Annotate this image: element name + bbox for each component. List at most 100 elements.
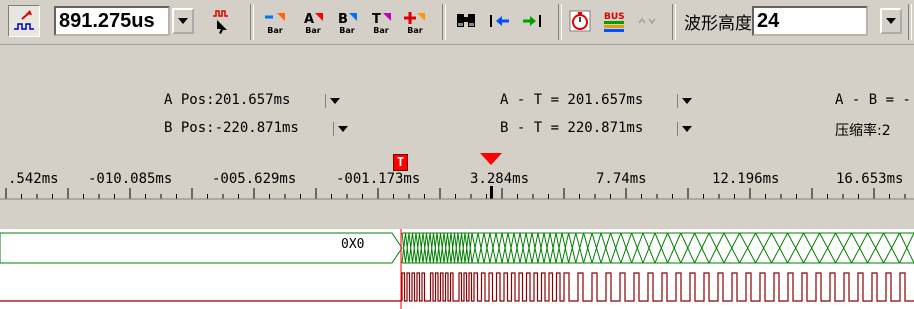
arrow-left-icon [490, 15, 509, 27]
bus-transition [654, 232, 669, 264]
bus-transition [408, 232, 413, 264]
waveform-height-label: 波形高度 [684, 14, 752, 34]
svg-text:B: B [338, 12, 348, 27]
bus-transition [591, 232, 602, 264]
bus-button[interactable]: BUS [600, 5, 628, 37]
a-position-dropdown[interactable] [325, 94, 340, 108]
bus-transition [899, 232, 914, 264]
bus-transition [489, 232, 497, 264]
bus-transition [412, 232, 417, 264]
b-position-text: B Pos:-220.871ms [164, 120, 299, 136]
bus-transition [723, 232, 741, 264]
cursor-a-tick [490, 186, 493, 199]
toolbar-separator [250, 4, 254, 40]
bus-transition [549, 232, 557, 264]
toolbar-separator [672, 4, 676, 40]
search-next-button[interactable] [518, 5, 546, 37]
bus-transition [568, 232, 577, 264]
bus-transition [642, 232, 656, 264]
digital-signal-pulses [401, 272, 914, 302]
cursor-a-button[interactable]: A Bar [300, 5, 326, 37]
bus-transition [519, 232, 527, 264]
bus-transition [680, 232, 696, 264]
bus-transition [471, 232, 479, 264]
bus-transition [450, 232, 455, 264]
compression-ratio-text: 压缩率:2 [835, 123, 891, 139]
bus-transition [537, 232, 545, 264]
bus-transition [819, 232, 837, 264]
bus-transition [620, 232, 633, 264]
trigger-cursor-icon [213, 10, 228, 34]
bus-transition [755, 232, 773, 264]
bus-transition [457, 232, 462, 264]
b-position-dropdown[interactable] [333, 122, 348, 136]
bus-transition [787, 232, 805, 264]
toolbar-separator [908, 4, 912, 40]
a-position-text: A Pos:201.657ms [164, 92, 291, 108]
arrow-right-icon [523, 15, 541, 27]
trigger-jump-button[interactable] [208, 5, 238, 37]
waveforms [0, 229, 914, 309]
bus-transition [422, 232, 427, 264]
capture-button[interactable] [566, 5, 594, 37]
time-scale-dropdown[interactable] [172, 8, 194, 34]
toolbar: 891.275us Bar A Bar B Bar T Bar Bar BUS … [0, 0, 914, 45]
cursor-t-button[interactable]: T Bar [368, 5, 394, 37]
bar-label: Bar [373, 26, 389, 35]
bus-transition [883, 232, 901, 264]
bus-transition [667, 232, 682, 264]
zoom-fit-button[interactable] [8, 5, 40, 37]
bus-transition [468, 232, 473, 264]
cursor-b-button[interactable]: B Bar [334, 5, 360, 37]
find-button[interactable] [452, 5, 480, 37]
bus-transition [771, 232, 789, 264]
bus-transition [543, 232, 551, 264]
bus-transition [835, 232, 853, 264]
bus-transition [443, 232, 448, 264]
bus-transition [513, 232, 521, 264]
trigger-label: T [396, 155, 405, 169]
bus-transition [464, 232, 469, 264]
waveform-height-field[interactable]: 24 [752, 6, 868, 36]
trigger-marker[interactable]: T [393, 154, 408, 171]
ruler-ticks [0, 186, 914, 200]
svg-text:A: A [304, 12, 314, 27]
bus-transition [405, 232, 410, 264]
bus-transition [867, 232, 885, 264]
bus-transition [708, 232, 725, 264]
bus-transition [461, 232, 466, 264]
bus-transition [575, 232, 585, 264]
cursor-a-marker[interactable] [480, 153, 502, 165]
bar-label: Bar [267, 26, 283, 35]
zoom-waveform-icon [14, 10, 34, 30]
b-t-dropdown[interactable] [677, 122, 692, 136]
a-t-delta-text: A - T = 201.657ms [500, 92, 644, 108]
a-t-dropdown[interactable] [677, 94, 692, 108]
bus-transition [426, 232, 431, 264]
bus-transition [495, 232, 503, 264]
bus-transition [525, 232, 533, 264]
bus-transition [600, 232, 612, 264]
bus-transition [447, 232, 452, 264]
bus-transition [436, 232, 441, 264]
time-scale-field[interactable]: 891.275us [54, 6, 170, 36]
bus-transition [531, 232, 539, 264]
bar-label: Bar [305, 26, 321, 35]
search-prev-button[interactable] [486, 5, 514, 37]
bus-transition [483, 232, 491, 264]
bus-transition [433, 232, 438, 264]
svg-text:T: T [372, 12, 381, 27]
bus-transition [631, 232, 644, 264]
waveform-height-dropdown[interactable] [880, 8, 902, 34]
add-cursor-button[interactable]: Bar [402, 5, 428, 37]
stopwatch-icon [569, 10, 591, 32]
toolbar-separator [558, 4, 562, 40]
move-cursor-a-button[interactable]: Bar [262, 5, 288, 37]
bus-transition [429, 232, 434, 264]
bus-transition [440, 232, 445, 264]
a-b-delta-text: A - B = - [835, 92, 911, 108]
bus-transition [477, 232, 485, 264]
bus-transition [415, 232, 420, 264]
disabled-waveform-icon [638, 17, 656, 25]
disabled-button[interactable] [634, 5, 662, 37]
